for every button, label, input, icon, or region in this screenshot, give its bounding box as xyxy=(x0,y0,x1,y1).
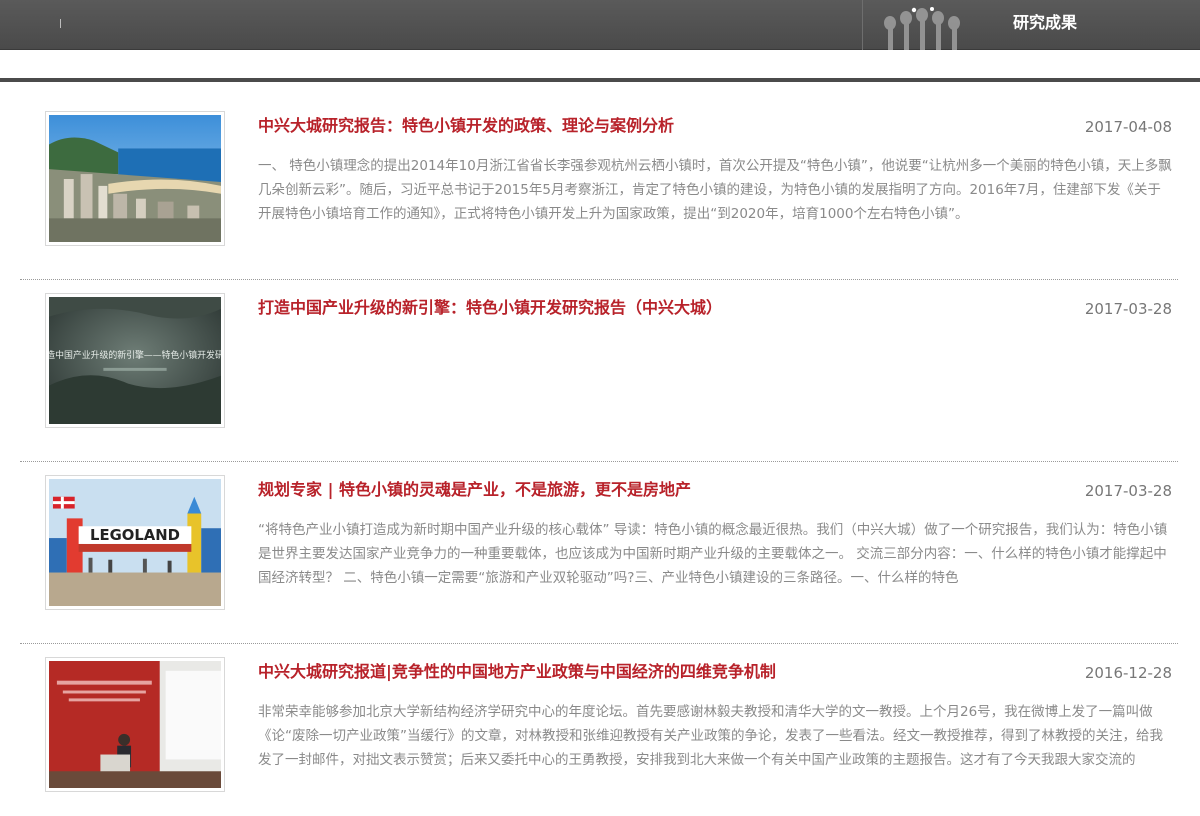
article-summary: 非常荣幸能够参加北京大学新结构经济学研究中心的年度论坛。首先要感谢林毅夫教授和清… xyxy=(258,704,1163,768)
thumbnail-caption: LEGOLAND xyxy=(90,527,180,544)
article-date: 2017-04-08 xyxy=(1084,118,1172,136)
article-item: 中兴大城研究报告：特色小镇开发的政策、理论与案例分析 2017-04-08 一、… xyxy=(20,98,1178,280)
article-list: 中兴大城研究报告：特色小镇开发的政策、理论与案例分析 2017-04-08 一、… xyxy=(20,98,1178,816)
article-title-link[interactable]: 中兴大城研究报告：特色小镇开发的政策、理论与案例分析 xyxy=(258,115,1058,137)
article-thumbnail[interactable] xyxy=(45,657,225,792)
article-title-link[interactable]: 打造中国产业升级的新引擎：特色小镇开发研究报告（中兴大城） xyxy=(258,297,1058,319)
report-cover-image: 打造中国产业升级的新引擎——特色小镇开发研究 xyxy=(49,297,221,424)
article-date: 2016-12-28 xyxy=(1084,664,1172,682)
article-title-link[interactable]: 中兴大城研究报道|竞争性的中国地方产业政策与中国经济的四维竞争机制 xyxy=(258,661,1058,683)
article-title-link[interactable]: 规划专家 | 特色小镇的灵魂是产业，不是旅游，更不是房地产 xyxy=(258,479,1058,501)
coastal-city-image xyxy=(49,115,221,242)
section-divider xyxy=(0,78,1200,82)
article-thumbnail[interactable]: 打造中国产业升级的新引擎——特色小镇开发研究 xyxy=(45,293,225,428)
article-date: 2017-03-28 xyxy=(1084,300,1172,318)
article-thumbnail[interactable]: LEGOLAND xyxy=(45,475,225,610)
article-thumbnail[interactable] xyxy=(45,111,225,246)
article-item: LEGOLAND 规划专家 | 特色小镇的灵魂是产业，不是旅游，更不是房地产 2… xyxy=(20,462,1178,644)
conference-speech-image xyxy=(49,661,221,788)
section-title[interactable]: 研究成果 xyxy=(990,0,1100,46)
article-item: 打造中国产业升级的新引擎——特色小镇开发研究 打造中国产业升级的新引擎：特色小镇… xyxy=(20,280,1178,462)
article-summary: 一、 特色小镇理念的提出2014年10月浙江省省长李强参观杭州云栖小镇时，首次公… xyxy=(258,158,1172,222)
nav-separator xyxy=(60,19,61,28)
raised-hands-icon xyxy=(884,7,960,50)
legoland-entrance-image: LEGOLAND xyxy=(49,479,221,606)
thumbnail-caption: 打造中国产业升级的新引擎——特色小镇开发研究 xyxy=(49,349,221,361)
article-item: 中兴大城研究报道|竞争性的中国地方产业政策与中国经济的四维竞争机制 2016-1… xyxy=(20,644,1178,816)
top-navigation-bar: 研究成果 xyxy=(0,0,1200,50)
article-summary: “将特色产业小镇打造成为新时期中国产业升级的核心载体” 导读：特色小镇的概念最近… xyxy=(258,522,1168,586)
header-divider xyxy=(862,0,863,50)
article-date: 2017-03-28 xyxy=(1084,482,1172,500)
